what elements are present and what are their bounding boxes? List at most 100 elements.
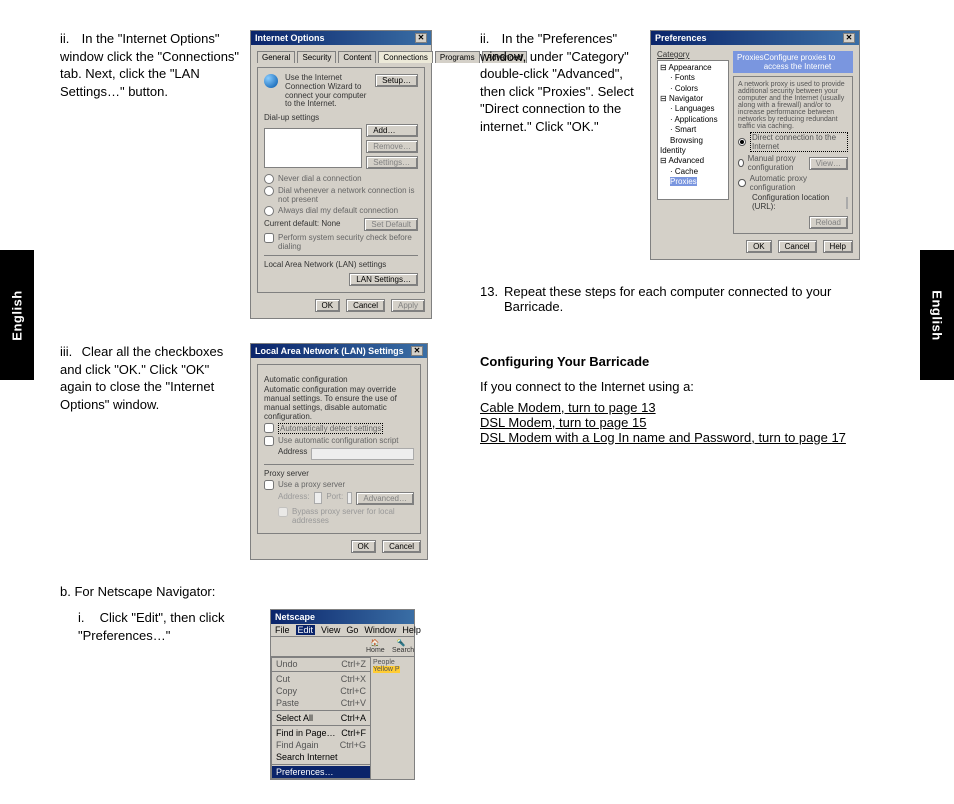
mi-selectall[interactable]: Select All — [276, 713, 313, 723]
pf-cancel-button[interactable]: Cancel — [778, 240, 817, 253]
io-cancel-button[interactable]: Cancel — [346, 299, 385, 312]
mi-undo[interactable]: Undo — [276, 659, 298, 669]
settings-button[interactable]: Settings… — [366, 156, 418, 169]
io-apply-button[interactable]: Apply — [391, 299, 425, 312]
mi-preferences[interactable]: Preferences… — [276, 767, 334, 777]
mi-copy[interactable]: Copy — [276, 686, 297, 696]
always-dial-label: Always dial my default connection — [278, 206, 398, 215]
internet-options-screenshot: Internet Options ✕ General Security Cont… — [250, 30, 440, 319]
lan-cancel-button[interactable]: Cancel — [382, 540, 421, 553]
use-proxy-check[interactable] — [264, 480, 274, 490]
dialup-list[interactable] — [264, 128, 362, 168]
dial-when-radio[interactable] — [264, 186, 274, 196]
dial-when-label: Dial whenever a network connection is no… — [278, 186, 418, 204]
io-ok-button[interactable]: OK — [315, 299, 341, 312]
auto-script-label: Use automatic configuration script — [278, 436, 399, 445]
link-dsl[interactable]: DSL Modem, turn to page 15 — [480, 415, 646, 430]
close-icon[interactable]: ✕ — [411, 346, 423, 356]
close-icon[interactable]: ✕ — [843, 33, 855, 43]
direct-radio[interactable] — [738, 138, 746, 146]
lan-ok-button[interactable]: OK — [351, 540, 377, 553]
step-ii: ii. In the "Internet Options" window cli… — [60, 30, 440, 319]
tree-smartbrowsing[interactable]: Smart Browsing — [670, 125, 703, 144]
home-icon[interactable]: 🏠Home — [366, 639, 384, 654]
tree-navigator[interactable]: Navigator — [669, 94, 703, 103]
link-dsl-login[interactable]: DSL Modem with a Log In name and Passwor… — [480, 430, 846, 445]
remove-button[interactable]: Remove… — [366, 140, 418, 153]
add-button[interactable]: Add… — [366, 124, 418, 137]
page: ii. In the "Internet Options" window cli… — [0, 0, 954, 804]
menu-help[interactable]: Help — [402, 625, 421, 635]
mi-findagain[interactable]: Find Again — [276, 740, 319, 750]
tab-security[interactable]: Security — [297, 51, 336, 63]
yellow-label[interactable]: Yellow P — [373, 666, 400, 673]
tree-proxies[interactable]: Proxies — [670, 177, 697, 186]
tree-appearance[interactable]: Appearance — [668, 63, 711, 72]
tab-programs[interactable]: Programs — [435, 51, 480, 63]
people-label[interactable]: People — [373, 659, 395, 666]
sys-check[interactable] — [264, 233, 274, 243]
links-block: Cable Modem, turn to page 13 DSL Modem, … — [480, 400, 894, 445]
config-url-input[interactable] — [846, 197, 848, 209]
auto-script-check[interactable] — [264, 436, 274, 446]
menu-edit[interactable]: Edit — [296, 625, 316, 635]
proxy-port-input[interactable] — [347, 492, 352, 504]
auto-detect-label: Automatically detect settings — [278, 423, 383, 434]
tab-content[interactable]: Content — [338, 51, 376, 63]
mi-cut[interactable]: Cut — [276, 674, 290, 684]
tree-applications[interactable]: Applications — [674, 115, 717, 124]
never-dial-radio[interactable] — [264, 174, 274, 184]
tab-general[interactable]: General — [257, 51, 295, 63]
manual-radio[interactable] — [738, 159, 744, 167]
lan-settings-dialog: Local Area Network (LAN) Settings ✕ Auto… — [250, 343, 428, 560]
proxy-addr-input[interactable] — [314, 492, 323, 504]
tree-advanced[interactable]: Advanced — [668, 156, 704, 165]
io-tabs: General Security Content Connections Pro… — [257, 51, 425, 63]
mi-paste[interactable]: Paste — [276, 698, 299, 708]
step-13-num: 13. — [480, 284, 500, 314]
close-icon[interactable]: ✕ — [415, 33, 427, 43]
step-iii-body: Clear all the checkboxes and click "OK."… — [60, 344, 223, 412]
menu-file[interactable]: File — [275, 625, 290, 635]
pf-ok-button[interactable]: OK — [746, 240, 772, 253]
lan-settings-button[interactable]: LAN Settings… — [349, 273, 418, 286]
side-tab-left-label: English — [10, 290, 25, 340]
tab-connections[interactable]: Connections — [378, 51, 432, 63]
autoproxy-radio[interactable] — [738, 179, 746, 187]
menu-window[interactable]: Window — [364, 625, 396, 635]
always-dial-radio[interactable] — [264, 206, 274, 216]
menu-view[interactable]: View — [321, 625, 340, 635]
tree-fonts[interactable]: Fonts — [675, 73, 695, 82]
step-iii-marker: iii. — [60, 343, 78, 361]
step-b-i: i. Click "Edit", then click "Preferences… — [60, 609, 440, 780]
addr-label: Address — [278, 448, 307, 457]
right-column: ii. In the "Preferences" window, under "… — [480, 30, 894, 804]
mi-find[interactable]: Find in Page… — [276, 728, 336, 738]
view-button[interactable]: View… — [809, 157, 848, 170]
set-default-button[interactable]: Set Default — [364, 218, 418, 231]
io-titlebar: Internet Options ✕ — [251, 31, 431, 45]
pf-title: Preferences — [655, 33, 707, 43]
tree-languages[interactable]: Languages — [675, 104, 715, 113]
auto-detect-check[interactable] — [264, 423, 274, 433]
tree-cache[interactable]: Cache — [675, 167, 698, 176]
manual-label: Manual proxy configuration — [748, 154, 805, 172]
category-tree[interactable]: ⊟ Appearance · Fonts · Colors ⊟ Navigato… — [657, 60, 729, 200]
step-ii-text: ii. In the "Internet Options" window cli… — [60, 30, 240, 100]
left-column: ii. In the "Internet Options" window cli… — [60, 30, 440, 804]
tree-identity[interactable]: Identity — [660, 146, 686, 155]
right-step-ii: ii. In the "Preferences" window, under "… — [480, 30, 894, 260]
step-b: b. For Netscape Navigator: — [60, 584, 440, 599]
bypass-label: Bypass proxy server for local addresses — [292, 507, 414, 525]
script-address-input[interactable] — [311, 448, 414, 460]
link-cable[interactable]: Cable Modem, turn to page 13 — [480, 400, 656, 415]
preferences-dialog: Preferences ✕ Category ⊟ Appearance · Fo… — [650, 30, 860, 260]
proxy-advanced-button[interactable]: Advanced… — [356, 492, 414, 505]
menu-go[interactable]: Go — [346, 625, 358, 635]
search-icon[interactable]: 🔦Search — [392, 639, 410, 654]
tree-colors[interactable]: Colors — [675, 84, 698, 93]
reload-button[interactable]: Reload — [809, 216, 848, 229]
mi-searchinternet[interactable]: Search Internet — [276, 752, 338, 762]
pf-help-button[interactable]: Help — [823, 240, 853, 253]
setup-button[interactable]: Setup… — [375, 74, 418, 87]
